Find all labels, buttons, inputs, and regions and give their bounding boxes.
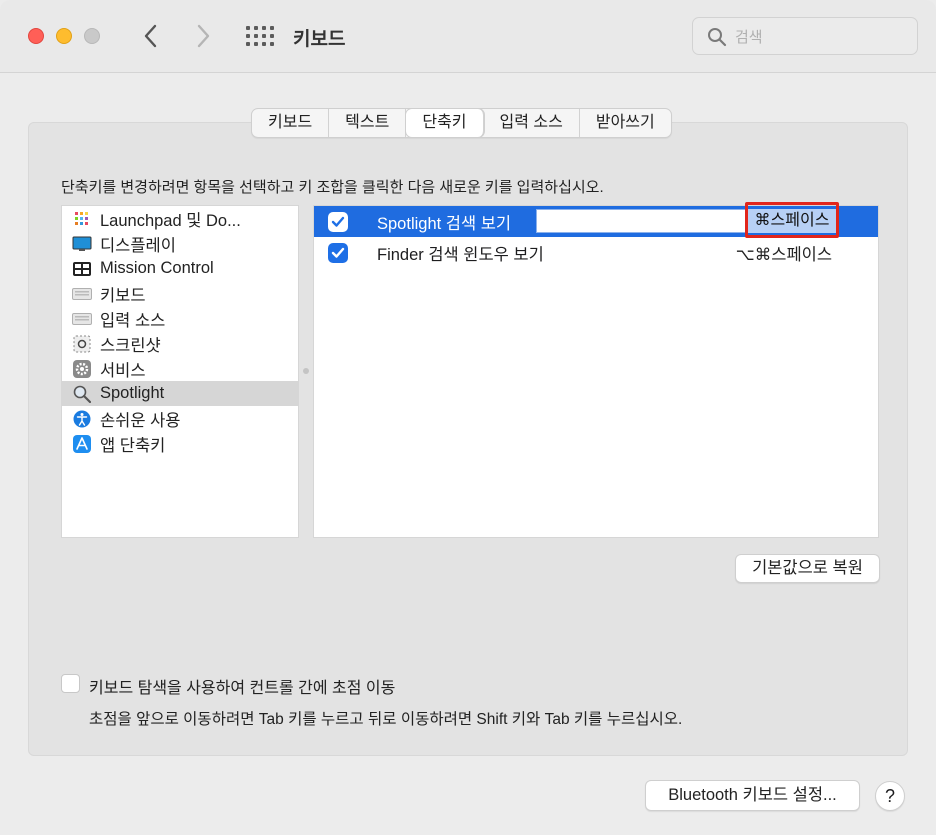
instruction-text: 단축키를 변경하려면 항목을 선택하고 키 조합을 클릭한 다음 새로운 키를 … bbox=[61, 179, 604, 196]
chevron-left-icon bbox=[144, 24, 157, 48]
minimize-window-button[interactable] bbox=[56, 28, 72, 44]
category-item-services[interactable]: 서비스 bbox=[62, 356, 298, 381]
forward-button[interactable] bbox=[189, 22, 217, 50]
keyboard-icon bbox=[72, 285, 92, 303]
keyboard-navigation-checkbox[interactable] bbox=[61, 674, 80, 693]
category-label: 손쉬운 사용 bbox=[100, 411, 181, 430]
checkmark-icon bbox=[331, 216, 345, 227]
category-item-keyboard[interactable]: 키보드 bbox=[62, 281, 298, 306]
split-view-divider[interactable] bbox=[303, 368, 309, 374]
category-item-spotlight[interactable]: Spotlight bbox=[62, 381, 298, 406]
close-window-button[interactable] bbox=[28, 28, 44, 44]
search-field[interactable] bbox=[692, 17, 918, 55]
category-item-screenshot[interactable]: 스크린샷 bbox=[62, 331, 298, 356]
category-label: Mission Control bbox=[100, 259, 214, 277]
input-sources-icon bbox=[72, 310, 92, 328]
help-button[interactable]: ? bbox=[875, 781, 905, 811]
spotlight-icon bbox=[72, 385, 92, 403]
back-button[interactable] bbox=[137, 22, 165, 50]
category-label: 디스플레이 bbox=[100, 236, 176, 255]
show-all-preferences-button[interactable] bbox=[246, 26, 274, 48]
category-item-accessibility[interactable]: 손쉬운 사용 bbox=[62, 406, 298, 431]
search-icon bbox=[707, 27, 727, 51]
display-icon bbox=[72, 235, 92, 253]
shortcut-label: Finder 검색 윈도우 보기 bbox=[377, 245, 544, 264]
shortcut-checkbox[interactable] bbox=[328, 242, 348, 263]
category-label: 서비스 bbox=[100, 361, 146, 380]
annotation-highlight-box bbox=[745, 202, 839, 238]
chevron-right-icon bbox=[197, 24, 210, 48]
category-label: 입력 소스 bbox=[100, 311, 166, 330]
keyboard-preferences-window: 키보드 키보드 텍스트 단축키 입력 소스 받아쓰기 단축키를 변경하려면 항목… bbox=[0, 0, 936, 835]
tab-shortcuts[interactable]: 단축키 bbox=[406, 109, 484, 137]
shortcut-label: Spotlight 검색 보기 bbox=[377, 214, 512, 233]
category-item-launchpad[interactable]: Launchpad 및 Do... bbox=[62, 206, 298, 231]
tab-dictation[interactable]: 받아쓰기 bbox=[580, 109, 671, 137]
services-gear-icon bbox=[72, 359, 92, 378]
checkmark-icon bbox=[331, 247, 345, 258]
title-bar: 키보드 bbox=[0, 0, 936, 73]
category-item-mission-control[interactable]: Mission Control bbox=[62, 256, 298, 281]
shortcut-list: Spotlight 검색 보기 ⌘스페이스 Finder 검색 윈도우 보기 ⌥… bbox=[313, 205, 879, 538]
category-label: Spotlight bbox=[100, 384, 165, 402]
tab-input-sources[interactable]: 입력 소스 bbox=[484, 109, 580, 137]
window-title: 키보드 bbox=[293, 29, 346, 50]
restore-defaults-button[interactable]: 기본값으로 복원 bbox=[735, 554, 880, 583]
category-label: Launchpad 및 Do... bbox=[100, 211, 241, 230]
shortcut-checkbox[interactable] bbox=[328, 211, 348, 232]
accessibility-icon bbox=[72, 410, 92, 428]
bluetooth-keyboard-setup-button[interactable]: Bluetooth 키보드 설정... bbox=[645, 780, 860, 811]
category-list: Launchpad 및 Do... 디스플레이 Mission Control … bbox=[61, 205, 299, 538]
keyboard-navigation-hint: 초점을 앞으로 이동하려면 Tab 키를 누르고 뒤로 이동하려면 Shift … bbox=[89, 711, 683, 728]
shortcut-key-value[interactable]: ⌥⌘스페이스 bbox=[736, 241, 832, 265]
zoom-window-button[interactable] bbox=[84, 28, 100, 44]
category-item-display[interactable]: 디스플레이 bbox=[62, 231, 298, 256]
category-label: 앱 단축키 bbox=[100, 436, 166, 455]
keyboard-navigation-label: 키보드 탐색을 사용하여 컨트롤 간에 초점 이동 bbox=[89, 680, 396, 697]
tab-text[interactable]: 텍스트 bbox=[329, 109, 407, 137]
search-input[interactable] bbox=[735, 25, 905, 49]
tab-keyboard[interactable]: 키보드 bbox=[252, 109, 330, 137]
tab-bar: 키보드 텍스트 단축키 입력 소스 받아쓰기 bbox=[251, 108, 672, 138]
category-item-app-shortcuts[interactable]: 앱 단축키 bbox=[62, 431, 298, 456]
category-item-input-sources[interactable]: 입력 소스 bbox=[62, 306, 298, 331]
screenshot-icon bbox=[72, 335, 92, 353]
app-store-icon bbox=[72, 434, 92, 453]
category-label: 키보드 bbox=[100, 286, 146, 305]
mission-control-icon bbox=[72, 260, 92, 278]
category-label: 스크린샷 bbox=[100, 336, 161, 355]
launchpad-icon bbox=[72, 210, 92, 228]
shortcut-row-finder-search[interactable]: Finder 검색 윈도우 보기 ⌥⌘스페이스 bbox=[314, 237, 878, 268]
